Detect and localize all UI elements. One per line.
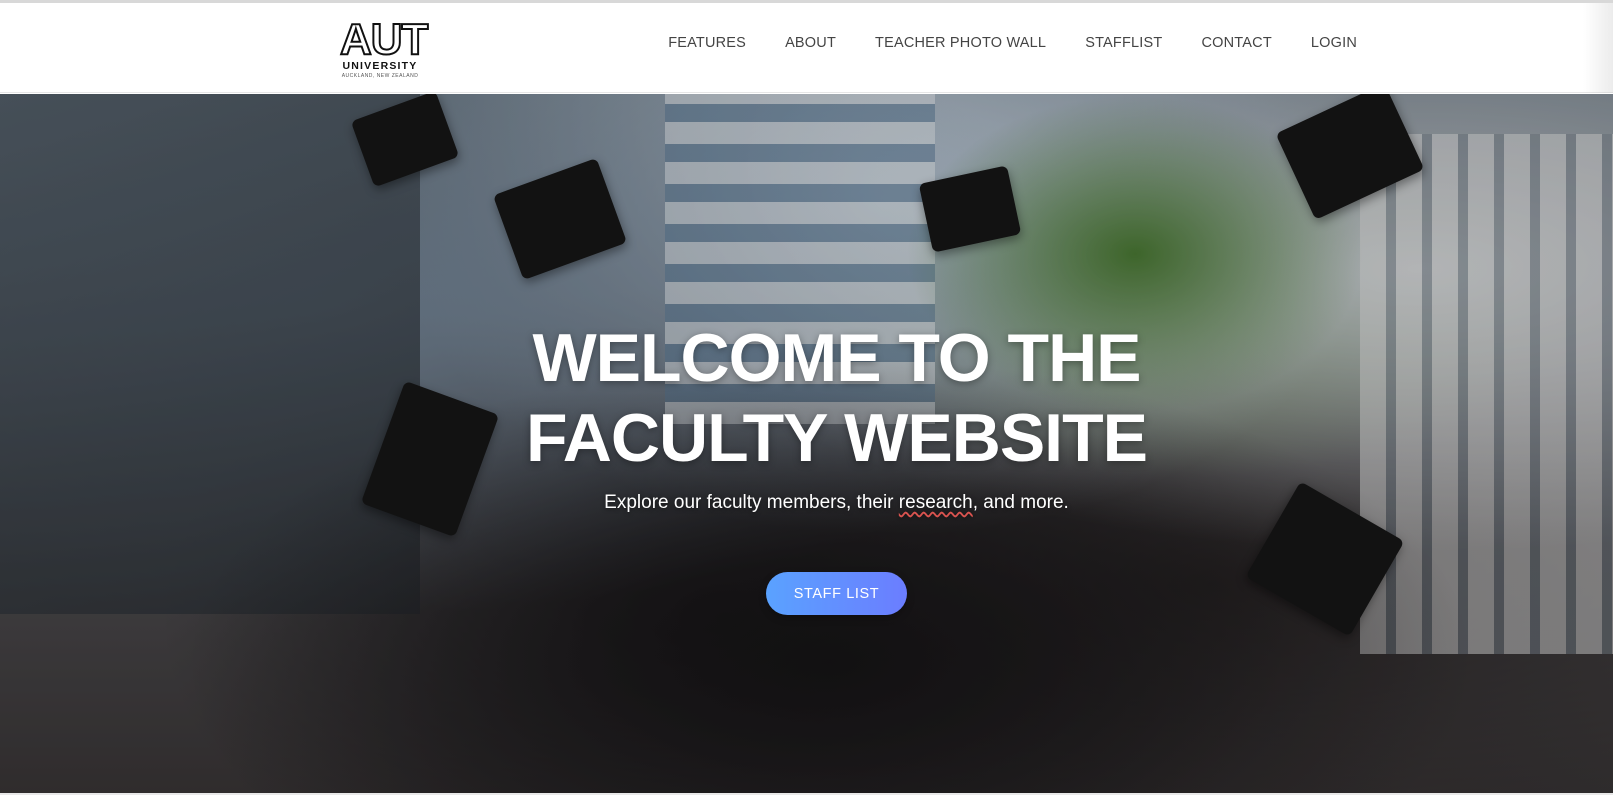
hero-title-line2: FACULTY WEBSITE [526,400,1148,476]
nav-link-about[interactable]: ABOUT [785,35,836,51]
staff-list-button[interactable]: STAFF LIST [766,572,907,615]
hero-title-line1: WELCOME TO THE [532,320,1141,396]
nav-link-features[interactable]: FEATURES [668,35,746,51]
hero-subtitle: Explore our faculty members, their resea… [0,492,1613,514]
hero-title: WELCOME TO THE FACULTY WEBSITE [0,318,1613,478]
nav-link-stafflist[interactable]: STAFFLIST [1085,35,1162,51]
nav-link-login[interactable]: LOGIN [1311,35,1357,51]
hero-banner: WELCOME TO THE FACULTY WEBSITE Explore o… [0,94,1613,794]
logo-wordmark: AUT [339,15,429,64]
nav-link-contact[interactable]: CONTACT [1201,35,1271,51]
hero-subtitle-end: , and more. [972,492,1069,513]
main-nav: FEATURES ABOUT TEACHER PHOTO WALL STAFFL… [668,3,1357,83]
logo-university-text: UNIVERSITY [342,60,418,72]
navbar-edge-shadow [1583,3,1613,93]
hero-subtitle-misspelled-word: research [898,492,973,513]
navbar: AUT UNIVERSITY AUCKLAND, NEW ZEALAND FEA… [0,3,1613,93]
aut-logo[interactable]: AUT UNIVERSITY AUCKLAND, NEW ZEALAND [339,15,429,80]
nav-link-teacher-photo-wall[interactable]: TEACHER PHOTO WALL [875,35,1046,51]
logo-tagline: AUCKLAND, NEW ZEALAND [341,73,419,79]
hero-subtitle-start: Explore our faculty members, their [604,492,899,513]
